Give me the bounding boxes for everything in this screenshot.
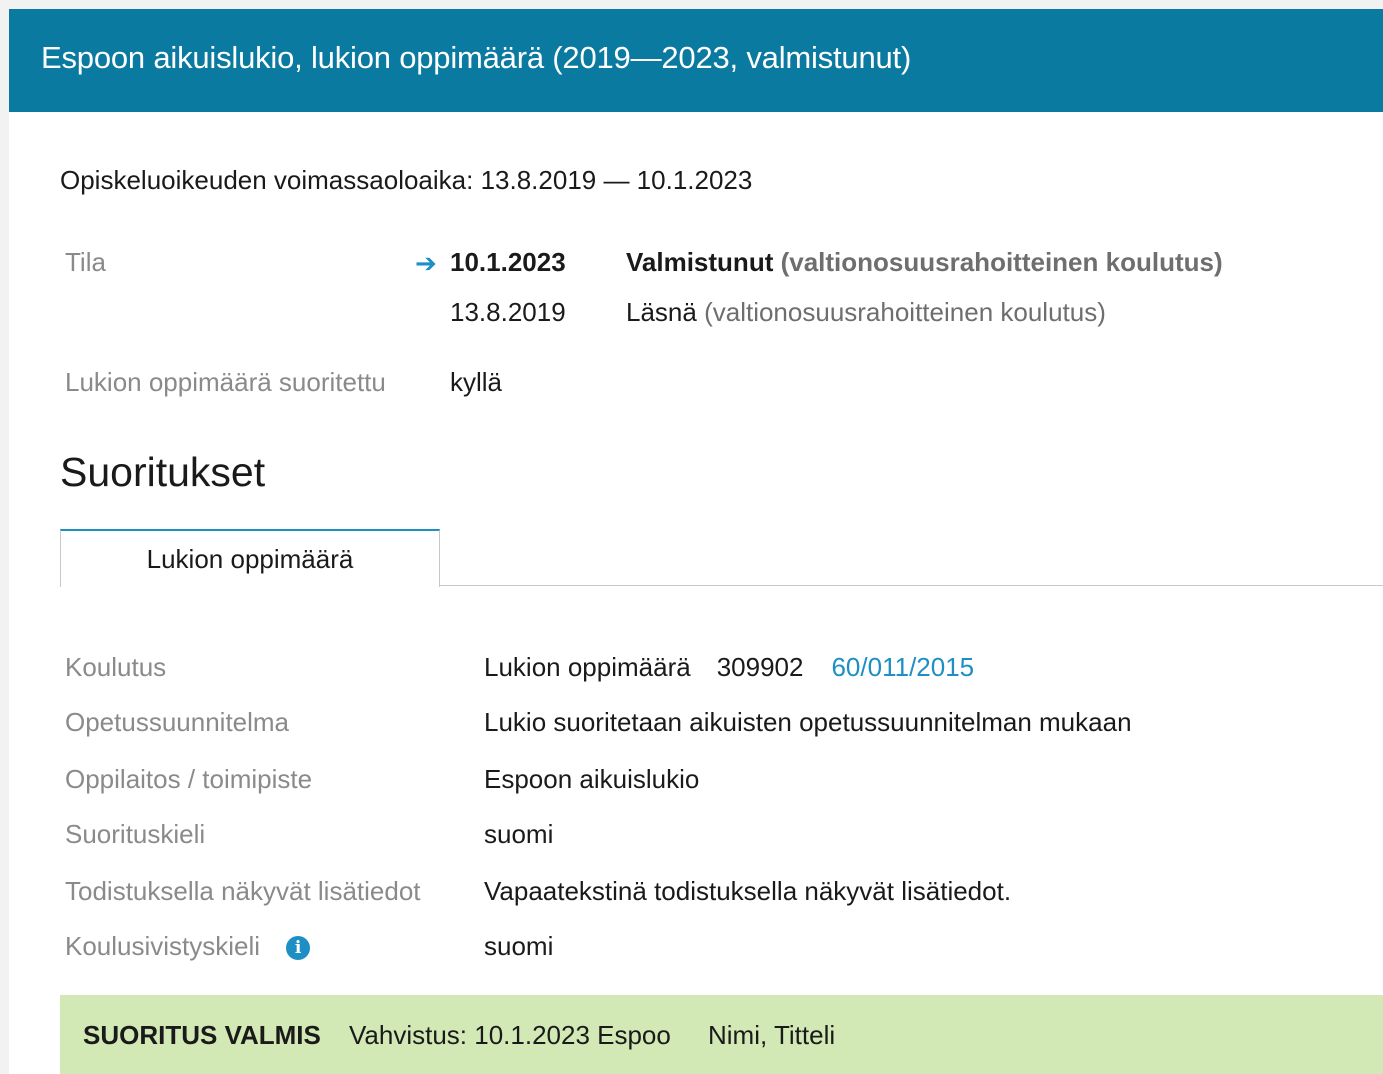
- confirmation-text: Vahvistus: 10.1.2023 Espoo: [349, 1020, 671, 1050]
- info-icon[interactable]: i: [286, 936, 311, 960]
- koulutus-label: Koulutus: [65, 652, 167, 682]
- study-right-header[interactable]: Espoon aikuislukio, lukion oppimäärä (20…: [9, 9, 1383, 112]
- completed-label: Lukion oppimäärä suoritettu: [65, 367, 386, 397]
- koulusivistyskieli-label-row: Koulusivistyskieli i: [65, 931, 311, 962]
- tila-funding: (valtionosuusrahoitteinen koulutus): [704, 297, 1106, 327]
- koulutus-code: 309902: [716, 652, 804, 682]
- tila-state: Läsnä (valtionosuusrahoitteinen koulutus…: [626, 297, 1106, 328]
- tila-state-name: Valmistunut: [626, 247, 774, 277]
- oppilaitos-label: Oppilaitos / toimipiste: [65, 764, 313, 794]
- completed-value: kyllä: [450, 367, 503, 397]
- tila-label: Tila: [65, 247, 106, 277]
- suorituskieli-label: Suorituskieli: [65, 819, 206, 849]
- diaarinumero-link[interactable]: 60/011/2015: [831, 652, 974, 682]
- tila-state-name: Läsnä: [626, 297, 697, 327]
- opetussuunnitelma-label: Opetussuunnitelma: [65, 707, 290, 737]
- signer-name: Nimi, Titteli: [708, 1020, 836, 1050]
- tab-lukion-oppimaara[interactable]: Lukion oppimäärä: [60, 529, 440, 587]
- status-label: SUORITUS VALMIS: [83, 1020, 321, 1050]
- lisatiedot-value: Vapaatekstinä todistuksella näkyvät lisä…: [484, 876, 1012, 906]
- tila-date: 10.1.2023: [450, 247, 566, 277]
- section-title: Suoritukset: [60, 449, 266, 495]
- tila-funding: (valtionosuusrahoitteinen koulutus): [780, 247, 1223, 277]
- current-state-arrow-icon: ➔: [415, 248, 437, 278]
- validity-period: Opiskeluoikeuden voimassaoloaika: 13.8.2…: [60, 165, 753, 195]
- koulutus-name: Lukion oppimäärä: [484, 652, 691, 682]
- koulutus-value: Lukion oppimäärä 309902 60/011/2015: [484, 652, 974, 683]
- tila-state: Valmistunut (valtionosuusrahoitteinen ko…: [626, 247, 1223, 278]
- lisatiedot-label: Todistuksella näkyvät lisätiedot: [65, 876, 421, 906]
- study-right-title: Espoon aikuislukio, lukion oppimäärä (20…: [41, 40, 912, 75]
- tila-date: 13.8.2019: [450, 297, 566, 327]
- oppilaitos-value: Espoon aikuislukio: [484, 764, 700, 794]
- koulusivistyskieli-label: Koulusivistyskieli: [65, 931, 261, 961]
- suorituskieli-value: suomi: [484, 819, 554, 849]
- opetussuunnitelma-value: Lukio suoritetaan aikuisten opetussuunni…: [484, 707, 1132, 737]
- koulusivistyskieli-value: suomi: [484, 931, 554, 961]
- study-right-card: Espoon aikuislukio, lukion oppimäärä (20…: [9, 9, 1383, 1074]
- completion-status-bar: SUORITUS VALMIS Vahvistus: 10.1.2023 Esp…: [60, 995, 1383, 1074]
